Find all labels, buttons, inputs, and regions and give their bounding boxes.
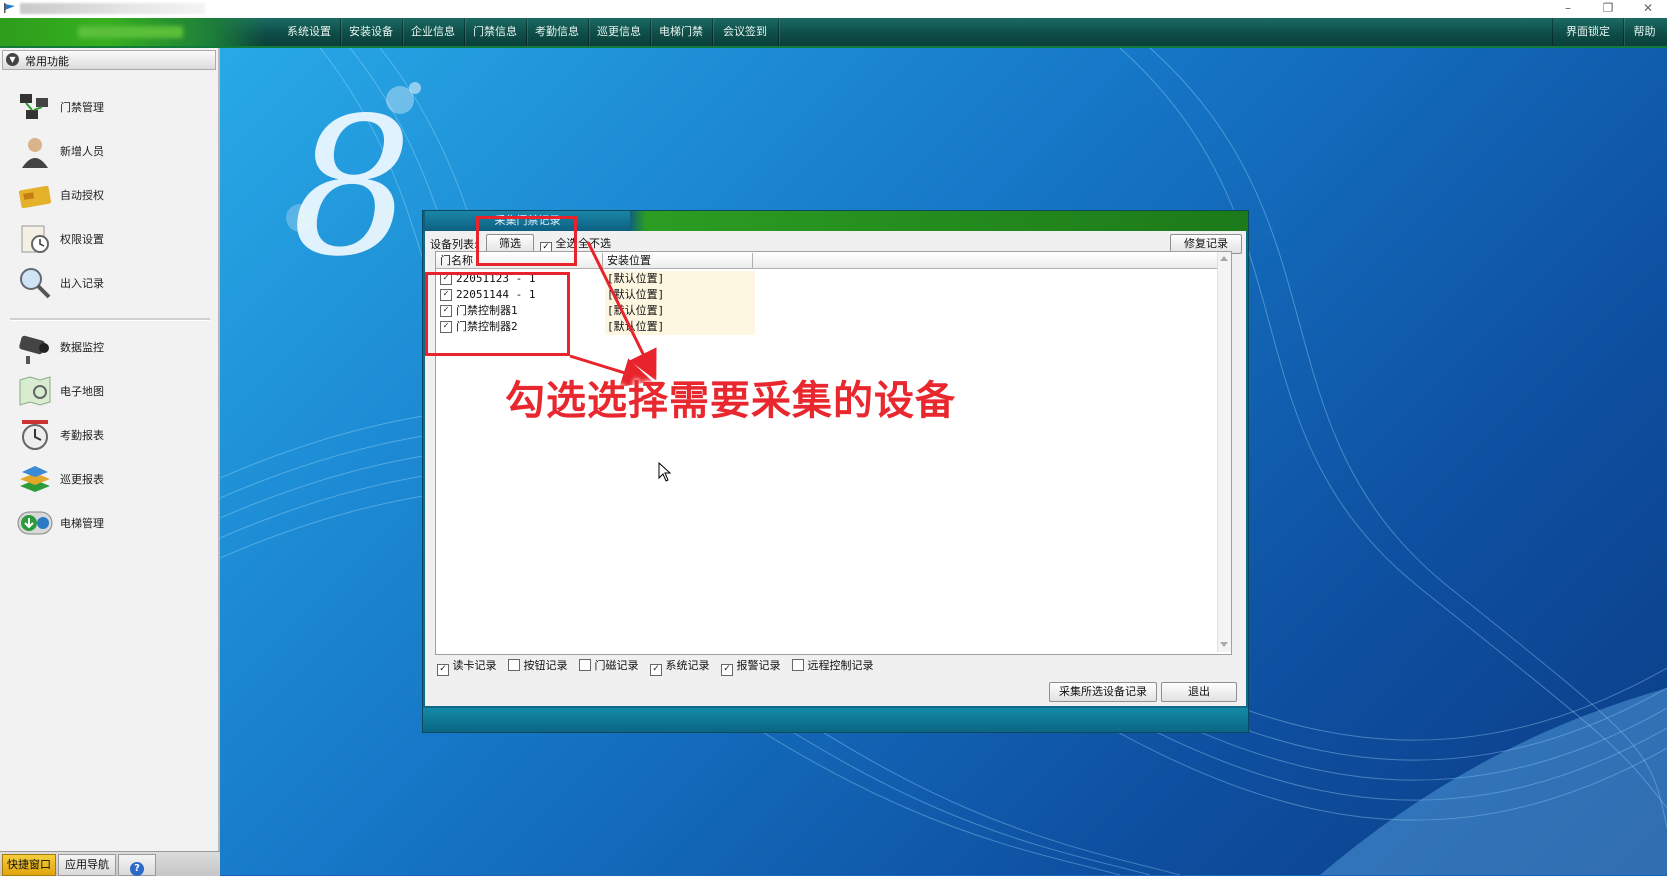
mouse-cursor-icon <box>658 462 672 482</box>
menu-system-settings[interactable]: 系统设置 <box>278 18 341 46</box>
select-none-link[interactable]: 全不选 <box>578 235 611 251</box>
sidebar-item-auto-authorize[interactable]: 自动授权 <box>10 176 200 214</box>
option-alarm-records[interactable]: ✓ 报警记录 <box>721 657 781 676</box>
option-remote-control-records[interactable]: 远程控制记录 <box>792 657 874 673</box>
sidebar-item-label: 门禁管理 <box>60 101 104 114</box>
sidebar-item-label: 电梯管理 <box>60 517 104 530</box>
option-door-sensor-records[interactable]: 门磁记录 <box>579 657 639 673</box>
sidebar-item-attendance-report[interactable]: 考勤报表 <box>10 416 200 454</box>
menu-lock-ui[interactable]: 界面锁定 <box>1552 18 1624 46</box>
tab-quick-window[interactable]: 快捷窗口 <box>2 854 56 876</box>
sidebar-header[interactable]: ▼ 常用功能 <box>2 50 216 70</box>
window-titlebar: – ❐ ✕ <box>0 0 1667 18</box>
sidebar-item-e-map[interactable]: 电子地图 <box>10 372 200 410</box>
network-devices-icon <box>20 94 48 119</box>
dialog-footer <box>423 708 1248 732</box>
row-location: [默认位置] <box>605 287 755 303</box>
highlight-filter-box <box>476 216 577 266</box>
annotation-text: 勾选选择需要采集的设备 <box>505 378 956 424</box>
sidebar-header-label: 常用功能 <box>25 55 69 68</box>
column-header-empty <box>753 253 1217 269</box>
help-icon: ? <box>130 862 144 876</box>
menu-patrol-info[interactable]: 巡更信息 <box>588 18 651 46</box>
sidebar-item-label: 新增人员 <box>60 145 104 158</box>
collect-selected-button[interactable]: 采集所选设备记录 <box>1049 682 1157 702</box>
sidebar-item-permission-settings[interactable]: 权限设置 <box>10 220 200 258</box>
menu-install-devices[interactable]: 安装设备 <box>340 18 403 46</box>
menu-help[interactable]: 帮助 <box>1622 18 1667 46</box>
elevator-arrows-icon <box>17 511 53 535</box>
column-header-location[interactable]: 安装位置 <box>603 253 753 269</box>
sidebar-bottom-tabs: 快捷窗口 应用导航 ? <box>0 851 220 876</box>
brand-logo <box>0 18 265 46</box>
alarm-clock-icon <box>22 420 48 450</box>
sidebar-item-access-control[interactable]: 门禁管理 <box>10 88 200 126</box>
logo-8-icon: 8 <box>280 77 430 298</box>
svg-text:8: 8 <box>292 78 413 258</box>
list-scrollbar[interactable] <box>1217 252 1231 652</box>
scroll-down-icon[interactable] <box>1220 642 1228 647</box>
record-type-options: ✓ 读卡记录 按钮记录 门磁记录 ✓ 系统记录 ✓ 报警记录 远程控制记录 <box>437 657 882 676</box>
minimize-button[interactable]: – <box>1550 0 1586 18</box>
exit-button[interactable]: 退出 <box>1161 682 1237 702</box>
card-icon <box>18 185 52 209</box>
menu-meeting-signin[interactable]: 会议签到 <box>712 18 779 46</box>
option-system-records[interactable]: ✓ 系统记录 <box>650 657 710 676</box>
row-location: [默认位置] <box>605 271 755 287</box>
sidebar-item-patrol-report[interactable]: 巡更报表 <box>10 460 200 498</box>
scroll-up-icon[interactable] <box>1220 256 1228 261</box>
camera-icon <box>19 335 49 364</box>
sidebar-divider <box>10 318 210 321</box>
help-tab[interactable]: ? <box>118 854 156 876</box>
sidebar-item-access-records[interactable]: 出入记录 <box>10 264 200 302</box>
menu-company-info[interactable]: 企业信息 <box>402 18 465 46</box>
highlight-device-rows-box <box>425 272 570 356</box>
main-menubar: 系统设置 安装设备 企业信息 门禁信息 考勤信息 巡更信息 电梯门禁 会议签到 … <box>0 18 1667 48</box>
sidebar-item-elevator-management[interactable]: 电梯管理 <box>10 504 200 542</box>
row-location: [默认位置] <box>605 303 755 319</box>
sidebar-item-data-monitor[interactable]: 数据监控 <box>10 328 200 366</box>
sidebar-item-label: 巡更报表 <box>60 473 104 486</box>
sidebar-item-label: 数据监控 <box>60 341 104 354</box>
menu-access-info[interactable]: 门禁信息 <box>464 18 527 46</box>
sidebar-item-label: 考勤报表 <box>60 429 104 442</box>
option-button-records[interactable]: 按钮记录 <box>508 657 568 673</box>
stack-icon <box>20 466 50 492</box>
map-icon <box>19 376 51 406</box>
menu-elevator-access[interactable]: 电梯门禁 <box>650 18 713 46</box>
blurred-window-title <box>20 3 205 14</box>
row-location: [默认位置] <box>605 319 755 335</box>
collapse-icon[interactable]: ▼ <box>6 53 19 66</box>
device-list-label: 设备列表: <box>430 238 478 251</box>
restore-button[interactable]: ❐ <box>1590 0 1626 18</box>
sidebar: ▼ 常用功能 门禁管理 新增人员 自动授权 权限设置 出入记录 数据监控 电子地… <box>0 48 220 851</box>
person-icon <box>22 138 48 168</box>
sidebar-item-label: 自动授权 <box>60 189 104 202</box>
sidebar-item-add-person[interactable]: 新增人员 <box>10 132 200 170</box>
clock-document-icon <box>21 225 49 253</box>
sidebar-item-label: 电子地图 <box>60 385 104 398</box>
close-button[interactable]: ✕ <box>1630 0 1666 18</box>
app-flag-icon <box>4 3 15 13</box>
sidebar-item-label: 权限设置 <box>60 233 104 246</box>
tab-app-navigation[interactable]: 应用导航 <box>58 854 116 876</box>
magnifier-icon <box>20 268 51 299</box>
option-card-records[interactable]: ✓ 读卡记录 <box>437 657 497 676</box>
menu-attendance-info[interactable]: 考勤信息 <box>526 18 589 46</box>
sidebar-item-label: 出入记录 <box>60 277 104 290</box>
